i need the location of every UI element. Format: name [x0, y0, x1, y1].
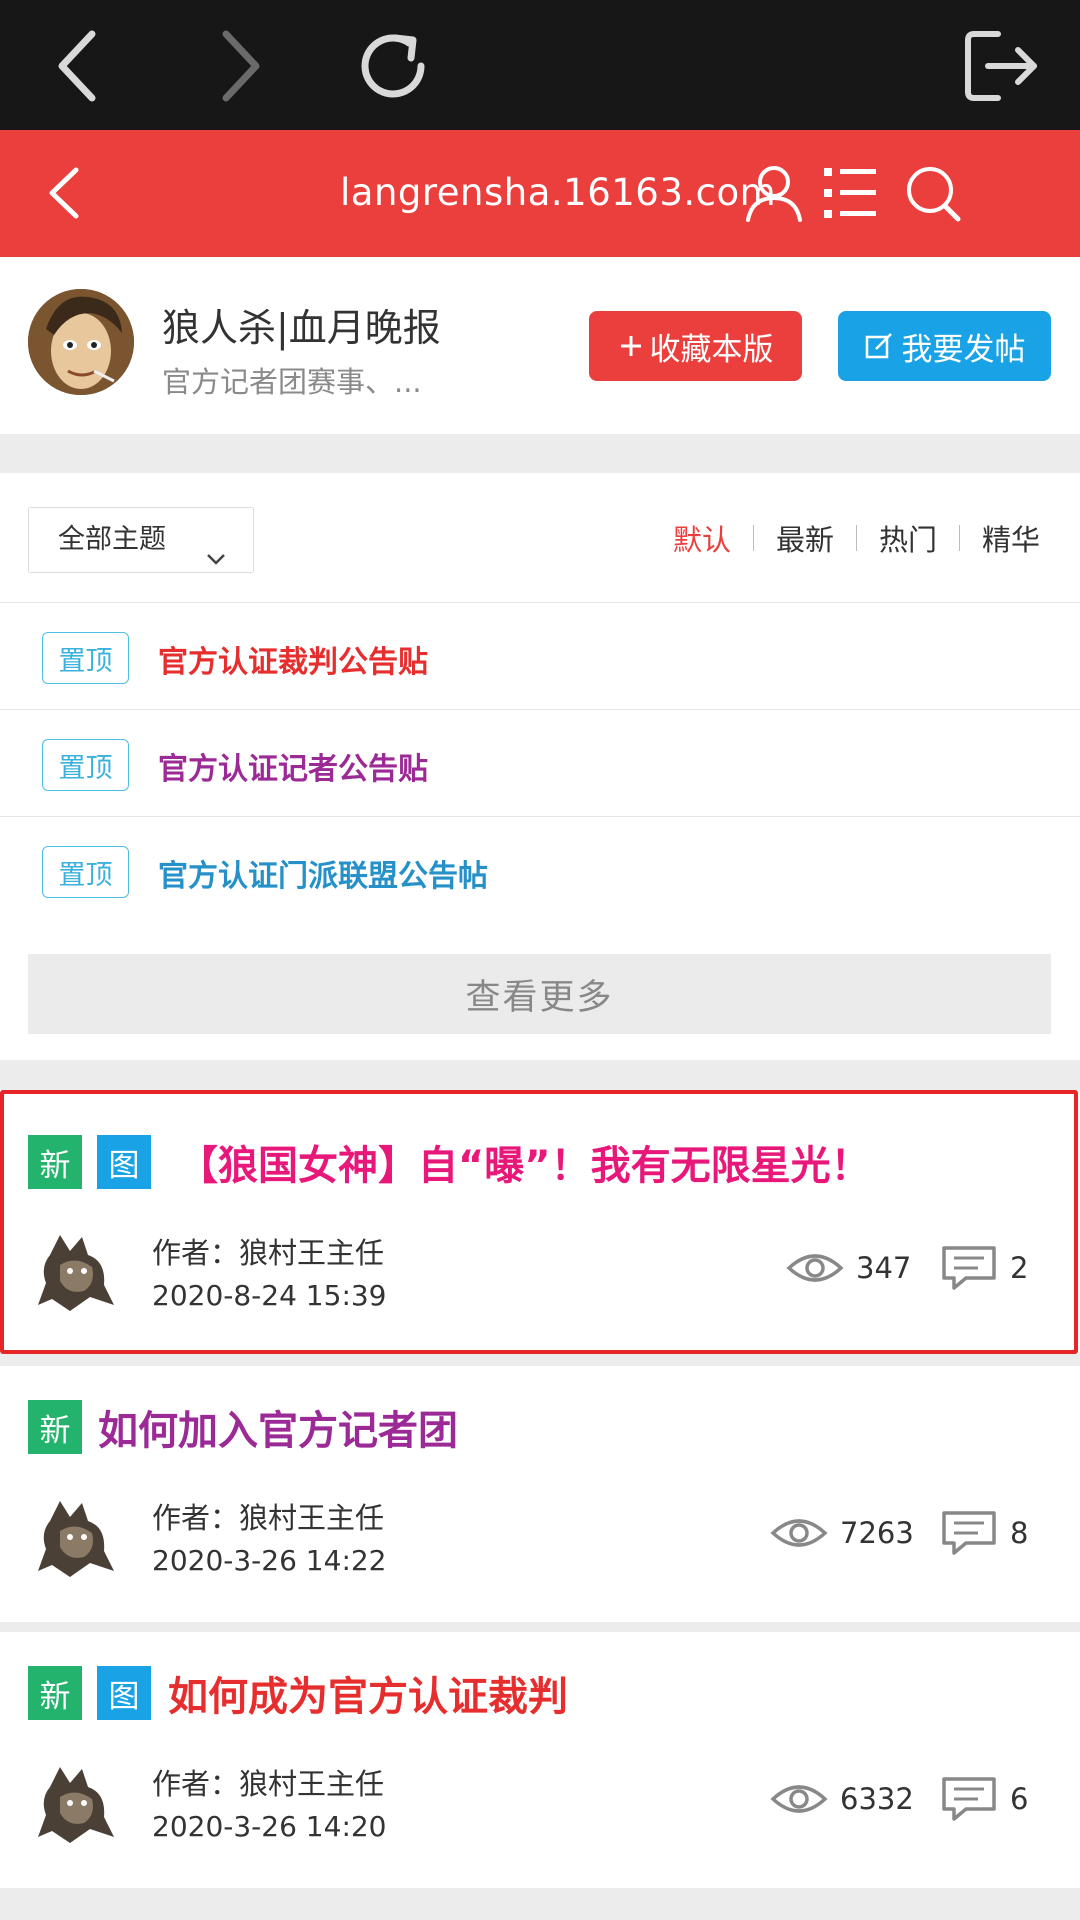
comment-count: 2 — [940, 1244, 1028, 1292]
filter-row: 全部主题 默认 最新 热门 精华 — [0, 473, 1080, 603]
view-count-value: 347 — [856, 1251, 912, 1285]
view-count: 6332 — [770, 1779, 914, 1819]
pinned-badge: 置顶 — [42, 739, 129, 791]
browser-exit-icon[interactable] — [952, 18, 1048, 114]
pinned-post[interactable]: 置顶 官方认证裁判公告贴 — [0, 603, 1080, 710]
edit-icon — [865, 333, 892, 359]
back-icon[interactable] — [38, 160, 98, 226]
post-title[interactable]: 如何加入官方记者团 — [98, 1398, 458, 1456]
post-date: 2020-8-24 15:39 — [152, 1279, 387, 1312]
browser-toolbar — [0, 0, 1080, 130]
pinned-title[interactable]: 官方认证记者公告贴 — [158, 744, 428, 788]
topics-section: 全部主题 默认 最新 热门 精华 置顶 官方认证裁判公告贴 置顶 官方认证记者公… — [0, 473, 1080, 1060]
chevron-down-icon — [205, 530, 227, 565]
forum-avatar — [28, 289, 134, 395]
post-title[interactable]: 【狼国女神】自“曝”！我有无限星光！ — [178, 1133, 871, 1191]
eye-icon — [770, 1785, 828, 1813]
post-author: 作者：狼村王主任 — [152, 1501, 385, 1535]
comment-count-value: 8 — [1010, 1516, 1029, 1550]
view-more-button[interactable]: 查看更多 — [28, 954, 1051, 1034]
page: langrensha.16163.com 狼人杀|血月晚报 官方记者团赛事、..… — [0, 0, 1080, 1920]
post-title[interactable]: 如何成为官方认证裁判 — [168, 1664, 568, 1722]
user-icon[interactable] — [738, 160, 804, 226]
browser-refresh-icon[interactable] — [345, 18, 441, 114]
new-post-button[interactable]: 我要发帖 — [838, 311, 1051, 381]
divider — [958, 525, 960, 551]
comment-count: 8 — [940, 1509, 1028, 1557]
menu-list-icon[interactable] — [818, 160, 884, 226]
comment-icon — [942, 1777, 996, 1821]
post-date: 2020-3-26 14:20 — [152, 1810, 387, 1843]
browser-forward-icon[interactable] — [192, 18, 288, 114]
author-avatar — [30, 1225, 122, 1317]
comment-count: 6 — [940, 1775, 1028, 1823]
browser-back-icon[interactable] — [30, 18, 126, 114]
divider — [855, 525, 857, 551]
post-author: 作者：狼村王主任 — [152, 1236, 385, 1270]
eye-icon — [786, 1254, 844, 1282]
sort-tab-latest[interactable]: 最新 — [774, 517, 836, 559]
pinned-post[interactable]: 置顶 官方认证记者公告贴 — [0, 710, 1080, 817]
author-avatar — [30, 1757, 122, 1849]
image-tag: 图 — [97, 1666, 151, 1720]
post-author: 作者：狼村王主任 — [152, 1767, 385, 1801]
topic-filter-value: 全部主题 — [58, 524, 166, 555]
new-tag: 新 — [28, 1135, 82, 1189]
site-url: langrensha.16163.com — [340, 171, 777, 214]
topic-filter-select[interactable]: 全部主题 — [28, 507, 254, 573]
comment-count-value: 2 — [1010, 1251, 1029, 1285]
sort-tab-default[interactable]: 默认 — [671, 517, 733, 559]
author-avatar — [30, 1491, 122, 1583]
view-count: 7263 — [770, 1513, 914, 1553]
sort-tabs: 默认 最新 热门 精华 — [671, 513, 1042, 563]
site-header: langrensha.16163.com — [0, 130, 1080, 257]
post-item[interactable]: 新 如何加入官方记者团 作者：狼村王主任 2020-3-26 14:22 726… — [0, 1366, 1080, 1622]
new-tag: 新 — [28, 1666, 82, 1720]
comment-icon — [942, 1511, 996, 1555]
comment-icon — [942, 1246, 996, 1290]
view-count: 347 — [786, 1248, 911, 1288]
forum-description: 官方记者团赛事、... — [162, 365, 422, 399]
image-tag: 图 — [97, 1135, 151, 1189]
post-date: 2020-3-26 14:22 — [152, 1544, 387, 1577]
post-item[interactable]: 新 图 【狼国女神】自“曝”！我有无限星光！ 作者：狼村王主任 2020-8-2… — [0, 1090, 1080, 1354]
pinned-badge: 置顶 — [42, 632, 129, 684]
new-post-label: 我要发帖 — [901, 331, 1026, 368]
pinned-post[interactable]: 置顶 官方认证门派联盟公告帖 — [0, 817, 1080, 924]
favorite-forum-button[interactable]: 收藏本版 — [589, 311, 802, 381]
post-item[interactable]: 新 图 如何成为官方认证裁判 作者：狼村王主任 2020-3-26 14:20 … — [0, 1632, 1080, 1888]
divider — [752, 525, 754, 551]
sort-tab-featured[interactable]: 精华 — [980, 517, 1042, 559]
favorite-forum-label: 收藏本版 — [649, 331, 774, 368]
new-tag: 新 — [28, 1400, 82, 1454]
sort-tab-hot[interactable]: 热门 — [877, 517, 939, 559]
pinned-badge: 置顶 — [42, 846, 129, 898]
forum-info-card: 狼人杀|血月晚报 官方记者团赛事、... 收藏本版 我要发帖 — [0, 257, 1080, 434]
forum-title: 狼人杀|血月晚报 — [162, 306, 441, 350]
eye-icon — [770, 1519, 828, 1547]
plus-icon — [620, 336, 641, 356]
pinned-title[interactable]: 官方认证门派联盟公告帖 — [158, 851, 488, 895]
comment-count-value: 6 — [1010, 1782, 1029, 1816]
view-count-value: 7263 — [840, 1516, 914, 1550]
search-icon[interactable] — [900, 160, 966, 226]
pinned-title[interactable]: 官方认证裁判公告贴 — [158, 637, 428, 681]
view-count-value: 6332 — [840, 1782, 914, 1816]
